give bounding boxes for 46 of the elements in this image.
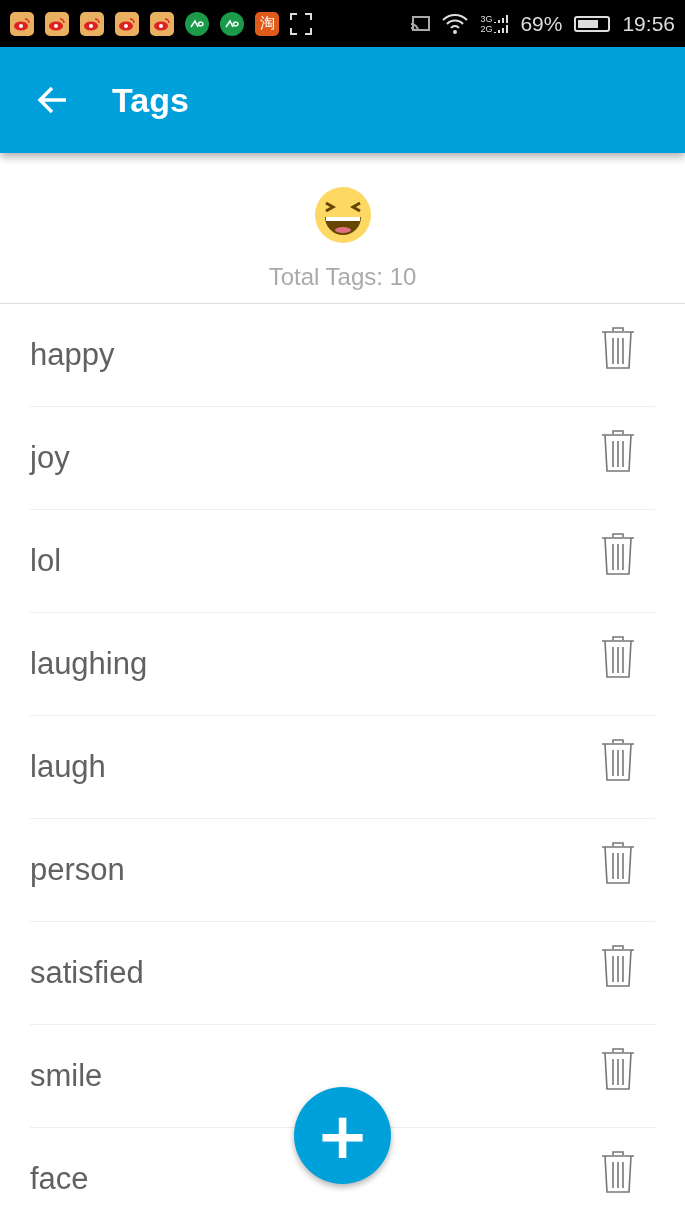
round-app-icon — [185, 11, 209, 36]
tag-row[interactable]: joy — [30, 407, 655, 510]
tag-label: smile — [30, 1058, 103, 1094]
laughing-emoji-icon — [314, 187, 371, 243]
delete-button[interactable] — [601, 635, 635, 679]
weibo-app-icon — [115, 11, 139, 36]
tag-label: happy — [30, 337, 115, 373]
tag-row[interactable]: laugh — [30, 716, 655, 819]
tag-row[interactable]: happy — [30, 304, 655, 407]
delete-button[interactable] — [601, 532, 635, 576]
tag-label: laughing — [30, 646, 148, 682]
tag-row[interactable]: satisfied — [30, 922, 655, 1025]
delete-button[interactable] — [601, 944, 635, 988]
delete-button[interactable] — [601, 429, 635, 473]
weibo-app-icon — [80, 11, 104, 36]
taobao-app-icon: 淘 — [255, 11, 279, 36]
tag-row[interactable]: lol — [30, 510, 655, 613]
back-button[interactable] — [36, 85, 68, 115]
clock-time: 19:56 — [622, 11, 675, 36]
total-tags-count: Total Tags: 10 — [268, 263, 417, 291]
wifi-icon — [442, 13, 469, 34]
tag-label: joy — [30, 440, 70, 476]
battery-icon — [574, 15, 611, 32]
weibo-app-icon — [150, 11, 174, 36]
battery-percent: 69% — [520, 11, 563, 36]
tag-label: face — [30, 1161, 89, 1197]
tag-label: laugh — [30, 749, 106, 785]
tag-label: lol — [30, 543, 61, 579]
round-app-icon — [220, 11, 244, 36]
delete-button[interactable] — [601, 1150, 635, 1194]
delete-button[interactable] — [601, 1047, 635, 1091]
network-type-text: 2G — [480, 23, 493, 34]
screenshot-icon — [290, 12, 312, 35]
tag-label: satisfied — [30, 955, 144, 991]
tag-row[interactable]: laughing — [30, 613, 655, 716]
weibo-app-icon — [10, 11, 34, 36]
cast-icon — [410, 15, 431, 32]
delete-button[interactable] — [601, 841, 635, 885]
delete-button[interactable] — [601, 738, 635, 782]
delete-button[interactable] — [601, 326, 635, 370]
signal-icon — [494, 13, 509, 34]
tag-label: person — [30, 852, 125, 888]
network-type-text: 3G — [480, 13, 493, 24]
weibo-app-icon — [45, 11, 69, 36]
tag-row[interactable]: person — [30, 819, 655, 922]
screen-title: Tags — [112, 80, 189, 120]
